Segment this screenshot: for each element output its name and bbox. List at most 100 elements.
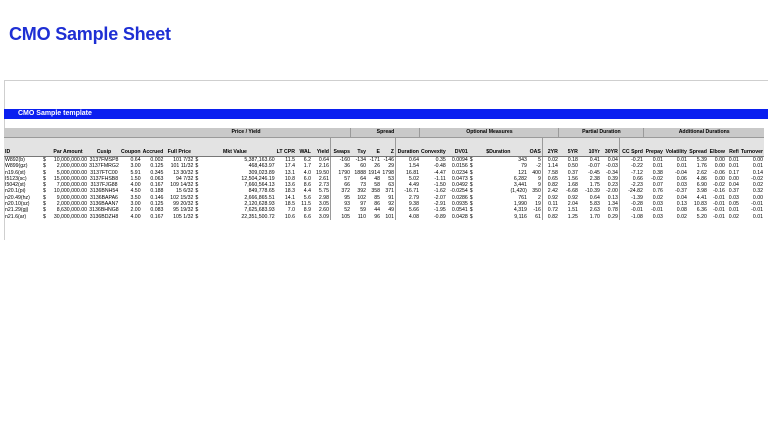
col-turnover[interactable]: Turnover [739,137,764,157]
table-cell[interactable]: 0.64 [394,156,420,164]
table-cell[interactable]: -160 [329,156,351,164]
col-z[interactable]: Z [380,137,396,157]
table-cell[interactable]: -0.21 [618,156,644,164]
col-e[interactable]: E [366,137,381,157]
table-cell[interactable]: -171 [367,157,381,164]
table-cell[interactable]: 0.02 [664,214,688,220]
table-cell[interactable]: 5.20 [688,214,708,220]
table-cell[interactable]: 11.5 [276,157,296,164]
table-cell[interactable]: 101 [381,214,396,220]
col-coupon[interactable]: Coupon [120,137,142,157]
table-cell[interactable]: 10.6 [276,214,296,220]
col-id[interactable]: ID [4,137,42,157]
table-cell[interactable]: 101 7/32 [164,157,194,164]
table-cell[interactable]: $ [469,214,481,220]
col-spread[interactable]: Spread [687,137,708,157]
table-cell[interactable]: 0.64 [120,157,142,164]
table-cell[interactable]: 0.0094 [447,157,469,164]
table-cell[interactable]: 0.00 [740,157,764,164]
table-cell[interactable]: 105 1/32 [164,214,194,220]
table-cell[interactable]: 5,387,163.60 [204,157,275,164]
table-cell[interactable]: 0.29 [601,214,620,220]
table-row[interactable]: W892(b) $10,000,000.00 3137FMSP8 0.64 0.002 1… [4,156,764,164]
col-duration[interactable]: Duration [394,137,420,157]
table-cell[interactable]: n21.6(ar) [4,214,42,220]
table-cell[interactable]: 3137FMSP8 [88,157,120,164]
table-cell[interactable]: 96 [367,214,381,220]
col-prepay[interactable]: Prepay [643,137,664,157]
col-wal[interactable]: WAL [295,137,312,157]
col-elbow[interactable]: Elbow [707,137,726,157]
table-cell[interactable]: 343 [481,157,528,164]
table-cell[interactable]: 0.64 [312,157,331,164]
col-par-amount[interactable]: Par Amount [48,137,88,157]
table-cell[interactable]: 0.02 [726,214,740,220]
table-cell[interactable]: 0.41 [579,157,601,164]
table-cell[interactable]: 6.2 [296,157,312,164]
table-cell[interactable]: 3136BDZH8 [88,214,120,220]
table-cell[interactable]: 6.6 [296,214,312,220]
table-cell[interactable]: 4.08 [394,213,420,220]
table-cell[interactable]: 5 [528,157,543,164]
table-cell[interactable]: 3136BHNG8 [88,207,120,213]
table-cell[interactable]: W892(b) [4,157,42,164]
table-cell[interactable]: $ [194,157,204,164]
table-cell[interactable]: 1.25 [559,214,579,220]
table-cell[interactable]: 0.04 [601,157,620,164]
table-cell[interactable]: 0.01 [664,157,688,164]
col-oas[interactable]: OAS [527,137,543,157]
table-cell[interactable]: 3137FMRG2 [88,163,120,169]
table-cell[interactable]: -0.0254 [447,188,469,194]
table-cell[interactable]: 3.09 [312,214,331,220]
table-cell[interactable]: -1.08 [618,213,644,220]
table-cell[interactable]: 0.02 [541,156,559,164]
table-cell[interactable]: 0.0428 [447,214,469,220]
table-cell[interactable]: 1914 [367,170,381,176]
col-refi[interactable]: Refi [725,137,740,157]
table-cell[interactable]: 0.167 [142,214,165,220]
col-2yr[interactable]: 2YR [541,137,559,157]
table-cell[interactable]: 0.002 [142,157,165,164]
table-cell[interactable]: 1.70 [579,214,601,220]
col-lt-cpr[interactable]: LT CPR [275,137,296,157]
table-cell[interactable]: 110 [351,214,367,220]
table-cell[interactable]: 10,000,000.00 [48,188,88,194]
col-tsy[interactable]: Tsy [350,137,367,157]
table-cell[interactable]: -134 [351,157,367,164]
table-cell[interactable]: 1798 [381,170,396,176]
table-cell[interactable]: 61 [528,214,543,220]
table-cell[interactable]: -0.89 [420,214,447,220]
table-cell[interactable]: 10,000,000.00 [48,157,88,164]
col-convexity[interactable]: Convexity [419,137,447,157]
table-cell[interactable]: 0.00 [708,157,726,164]
col-swaps[interactable]: Swaps [329,137,351,157]
table-cell[interactable]: 0.01 [726,157,740,164]
col-dollar-duration[interactable]: $Duration [468,137,528,157]
col-dv01[interactable]: DV01 [446,137,469,157]
table-cell[interactable]: 0.01 [644,157,664,164]
table-row[interactable]: n21.6(ar) $30,000,000.00 3136BDZH8 4.00 0.16… [4,213,764,220]
table-cell[interactable]: 30,000,000.00 [48,214,88,220]
col-5yr[interactable]: 5YR [558,137,579,157]
col-full-price[interactable]: Full Price [164,137,195,157]
table-cell[interactable]: 22,351,500.72 [204,214,275,220]
col-cc-sprd[interactable]: CC Sprd [618,137,644,157]
table-cell[interactable]: $ [194,214,204,220]
table-cell[interactable]: 105 [329,213,351,220]
table-cell[interactable]: 4.00 [120,214,142,220]
col-cusip[interactable]: Cusip [88,137,120,157]
table-cell[interactable]: 0.18 [559,157,579,164]
col-yield[interactable]: Yield [311,137,331,157]
table-cell[interactable]: 3136BNH54 [88,188,120,194]
table-cell[interactable]: 0.01 [740,214,764,220]
table-cell[interactable]: 0.82 [541,213,559,220]
col-volatility[interactable]: Volatility [663,137,688,157]
col-mkt-value[interactable]: Mkt Value [194,137,276,157]
table-cell[interactable]: $ [469,157,481,164]
table-cell[interactable]: 0.03 [644,214,664,220]
table-cell[interactable]: 9,116 [481,214,528,220]
table-cell[interactable]: 5.39 [688,157,708,164]
col-10yr[interactable]: 10Yr [578,137,601,157]
col-accrued[interactable]: Accrued [141,137,165,157]
table-cell[interactable]: -146 [381,157,396,164]
